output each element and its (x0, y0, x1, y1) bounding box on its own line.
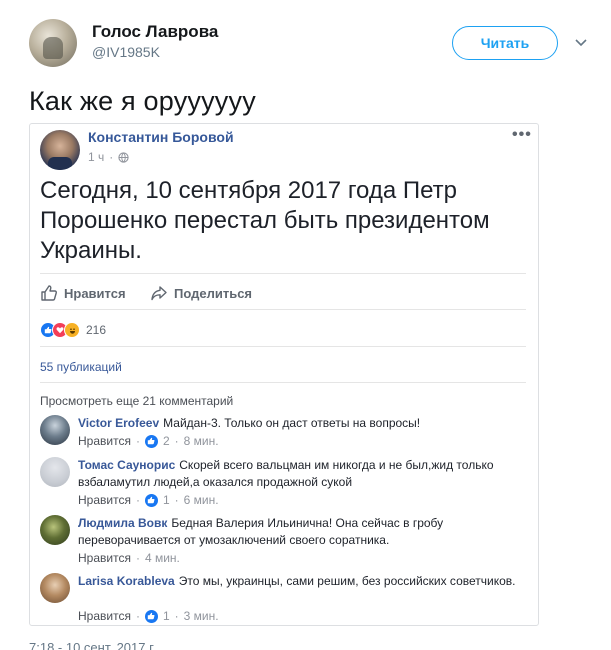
like-count-icon (144, 434, 158, 448)
tweet-timestamp[interactable]: 7:18 - 10 сент. 2017 г. (29, 640, 156, 650)
fb-author-name[interactable]: Константин Боровой (88, 129, 234, 145)
comment-meta: Нравится · 4 мин. (78, 551, 180, 565)
commenter-avatar[interactable] (40, 415, 70, 445)
commenter-name[interactable]: Victor Erofeev (78, 416, 159, 430)
reactions-summary[interactable]: 216 (40, 322, 106, 338)
follow-button[interactable]: Читать (452, 26, 558, 60)
divider (40, 273, 526, 274)
display-name[interactable]: Голос Лаврова (92, 22, 218, 42)
fb-time-text: 1 ч (88, 150, 105, 164)
user-handle[interactable]: @IV1985K (92, 44, 160, 60)
divider (40, 382, 526, 383)
commenter-name[interactable]: Людмила Вовк (78, 516, 167, 530)
commenter-name[interactable]: Larisa Korableva (78, 574, 175, 588)
comment-item: Томас Саунорис Скорей всего вальцман им н… (40, 457, 530, 512)
fb-post-time: 1 ч · (88, 150, 129, 164)
comment-item: Victor Erofeev Майдан-3. Только он даст о… (40, 415, 530, 455)
comment-like-count: 1 (162, 493, 170, 507)
comment-time: 4 мин. (144, 551, 180, 565)
comment-like-link[interactable]: Нравится (78, 434, 131, 448)
comment-time: 6 мин. (183, 493, 219, 507)
share-arrow-icon (151, 286, 167, 301)
comment-meta: Нравится · 1 · 6 мин. (78, 493, 219, 507)
commenter-avatar[interactable] (40, 573, 70, 603)
shares-link[interactable]: 55 публикаций (40, 360, 122, 374)
divider (40, 346, 526, 347)
comment-meta: Нравится · 2 · 8 мин. (78, 434, 219, 448)
comment-like-link[interactable]: Нравится (78, 609, 131, 623)
globe-icon (118, 151, 129, 163)
more-options-icon[interactable]: ••• (512, 126, 532, 144)
like-count-icon (144, 609, 158, 623)
reaction-count: 216 (86, 323, 107, 337)
comment-like-link[interactable]: Нравится (78, 493, 131, 507)
comment-like-link[interactable]: Нравится (78, 551, 131, 565)
comment-like-count: 2 (162, 434, 170, 448)
haha-reaction-icon (64, 322, 80, 338)
share-label: Поделиться (174, 285, 253, 301)
comment-time: 3 мин. (183, 609, 219, 623)
comment-item: Larisa Korableva Это мы, украинцы, сами р… (40, 573, 530, 625)
comment-like-count: 1 (162, 609, 170, 623)
comment-time: 8 мин. (183, 434, 219, 448)
share-button[interactable]: Поделиться (150, 284, 252, 302)
profile-avatar[interactable] (29, 19, 77, 67)
comment-meta: Нравится · 1 · 3 мин. (78, 609, 219, 623)
chevron-down-icon[interactable] (574, 36, 588, 50)
commenter-avatar[interactable] (40, 457, 70, 487)
fb-post-text: Сегодня, 10 сентября 2017 года Петр Поро… (40, 177, 490, 264)
fb-author-avatar[interactable] (40, 130, 80, 170)
embedded-facebook-post[interactable]: Константин Боровой 1 ч · ••• Сегодня, 10… (29, 123, 539, 626)
thumbs-up-icon (41, 285, 57, 301)
like-button[interactable]: Нравится (40, 284, 126, 302)
comment-item: Людмила Вовк Бедная Валерия Ильинична! Он… (40, 515, 530, 570)
like-count-icon (144, 493, 158, 507)
comment-text: Майдан-3. Только он даст ответы на вопро… (163, 416, 421, 430)
comment-text: Это мы, украинцы, сами решим, без россий… (178, 574, 516, 588)
tweet-text: Как же я оруууууу (29, 86, 256, 116)
commenter-name[interactable]: Томас Саунорис (78, 458, 175, 472)
commenter-avatar[interactable] (40, 515, 70, 545)
view-more-comments-link[interactable]: Просмотреть еще 21 комментарий (40, 394, 233, 408)
like-label: Нравится (64, 285, 126, 301)
divider (40, 309, 526, 310)
